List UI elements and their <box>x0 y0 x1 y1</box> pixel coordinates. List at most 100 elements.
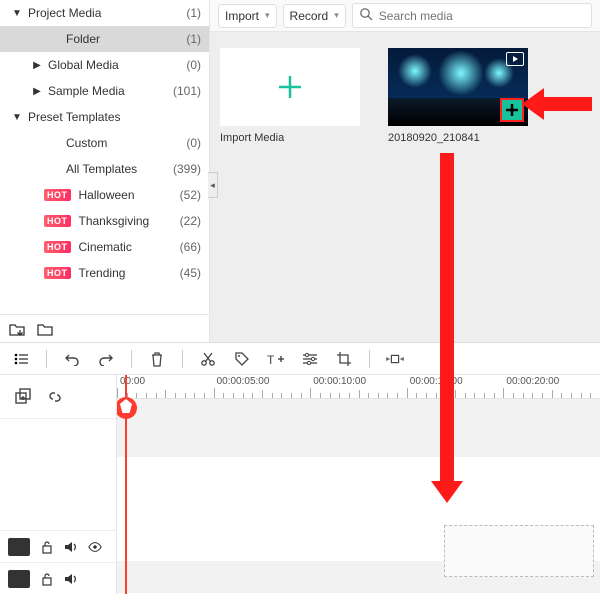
ruler-minor-tick <box>330 393 331 398</box>
ruler-major-tick <box>407 388 408 398</box>
ruler-minor-tick <box>291 393 292 398</box>
tree-item[interactable]: Folder(1) <box>0 26 209 52</box>
timeline-spacer <box>117 399 600 457</box>
scale-icon[interactable] <box>386 350 404 368</box>
split-icon[interactable] <box>199 350 217 368</box>
ruler-minor-tick <box>320 393 321 398</box>
import-media-tile[interactable]: Import Media <box>220 48 360 144</box>
delete-icon[interactable] <box>148 350 166 368</box>
import-media-caption: Import Media <box>220 132 360 144</box>
hot-badge: HOT <box>44 241 71 253</box>
tree-item-count: (0) <box>186 136 201 150</box>
tree-item[interactable]: HOTThanksgiving(22) <box>0 208 209 234</box>
timeline-toolbar: T <box>0 343 600 375</box>
ruler-minor-tick <box>513 393 514 398</box>
video-track-head[interactable]: ▶1 <box>0 530 116 562</box>
duplicate-icon[interactable] <box>14 388 32 406</box>
redo-icon[interactable] <box>97 350 115 368</box>
ruler-minor-tick <box>465 393 466 398</box>
search-box[interactable] <box>352 3 592 28</box>
time-ruler[interactable]: 00:0000:00:05:0000:00:10:0000:00:15:0000… <box>117 375 600 399</box>
audio-track-head[interactable]: ♫1 <box>0 562 116 594</box>
tree-item-count: (52) <box>180 188 201 202</box>
tree-item[interactable]: ▼Preset Templates <box>0 104 209 130</box>
ruler-minor-tick <box>185 393 186 398</box>
tree-item[interactable]: ▼Project Media(1) <box>0 0 209 26</box>
hot-badge: HOT <box>44 215 71 227</box>
ruler-minor-tick <box>455 390 456 398</box>
plus-icon <box>504 102 520 118</box>
chevron-right-icon[interactable]: ▶ <box>30 86 44 97</box>
chevron-down-icon[interactable]: ▼ <box>10 112 24 123</box>
lock-icon[interactable] <box>40 572 54 586</box>
playhead[interactable] <box>125 375 127 594</box>
mute-icon[interactable] <box>64 540 78 554</box>
drop-target-ghost <box>444 525 594 577</box>
tree-item[interactable]: ▶Sample Media(101) <box>0 78 209 104</box>
ruler-minor-tick <box>233 393 234 398</box>
tree-item-count: (1) <box>186 6 201 20</box>
import-media-box[interactable] <box>220 48 360 126</box>
visibility-icon[interactable] <box>88 540 102 554</box>
tree-item[interactable]: HOTTrending(45) <box>0 260 209 286</box>
media-clip-tile[interactable]: 20180920_210841 <box>388 48 528 144</box>
new-folder-icon[interactable] <box>36 320 54 338</box>
mute-icon[interactable] <box>64 572 78 586</box>
ruler-minor-tick <box>175 393 176 398</box>
tree-item-label: Trending <box>75 266 180 280</box>
media-grid: ◂ Import Media <box>210 32 600 342</box>
ruler-minor-tick <box>136 393 137 398</box>
chevron-down-icon: ▾ <box>265 10 270 21</box>
ruler-minor-tick <box>532 393 533 398</box>
media-panel: Import ▾ Record ▾ ◂ Import Media <box>210 0 600 342</box>
ruler-minor-tick <box>243 393 244 398</box>
ruler-minor-tick <box>494 393 495 398</box>
tree-item[interactable]: HOTHalloween(52) <box>0 182 209 208</box>
import-folder-icon[interactable] <box>8 320 26 338</box>
adjust-icon[interactable] <box>301 350 319 368</box>
chevron-right-icon[interactable]: ▶ <box>30 60 44 71</box>
collapse-sidebar-handle[interactable]: ◂ <box>208 172 218 198</box>
add-to-timeline-button[interactable] <box>500 98 524 122</box>
ruler-minor-tick <box>397 393 398 398</box>
import-dropdown[interactable]: Import ▾ <box>218 4 277 28</box>
ruler-minor-tick <box>165 390 166 398</box>
tree-item[interactable]: HOTCinematic(66) <box>0 234 209 260</box>
timeline-canvas[interactable] <box>117 457 600 529</box>
plus-icon <box>275 72 305 102</box>
tree-item-label: Custom <box>62 136 186 150</box>
annotation-arrow-drag <box>440 153 454 481</box>
menu-icon[interactable] <box>12 350 30 368</box>
hot-badge: HOT <box>44 189 71 201</box>
tree-item-count: (399) <box>173 162 201 176</box>
ruler-minor-tick <box>146 393 147 398</box>
track-area[interactable]: 00:0000:00:05:0000:00:10:0000:00:15:0000… <box>117 375 600 594</box>
media-tree: ▼Project Media(1)Folder(1)▶Global Media(… <box>0 0 209 314</box>
tag-icon[interactable] <box>233 350 251 368</box>
tree-item-label: Cinematic <box>75 240 180 254</box>
chevron-down-icon[interactable]: ▼ <box>10 8 24 19</box>
record-dropdown[interactable]: Record ▾ <box>283 4 346 28</box>
tree-item-label: All Templates <box>62 162 173 176</box>
ruler-minor-tick <box>262 390 263 398</box>
ruler-minor-tick <box>223 393 224 398</box>
record-label: Record <box>290 9 329 23</box>
tree-item[interactable]: Custom(0) <box>0 130 209 156</box>
link-icon[interactable] <box>46 388 64 406</box>
tree-item[interactable]: ▶Global Media(0) <box>0 52 209 78</box>
timeline: ▶1 ♫1 00:0000:00:05:0000:00:10:0000:00:1… <box>0 375 600 594</box>
ruler-minor-tick <box>561 393 562 398</box>
ruler-minor-tick <box>272 393 273 398</box>
undo-icon[interactable] <box>63 350 81 368</box>
crop-icon[interactable] <box>335 350 353 368</box>
ruler-minor-tick <box>387 393 388 398</box>
ruler-minor-tick <box>359 390 360 398</box>
lock-icon[interactable] <box>40 540 54 554</box>
tree-item[interactable]: All Templates(399) <box>0 156 209 182</box>
search-input[interactable] <box>379 9 585 23</box>
media-clip-thumbnail[interactable] <box>388 48 528 126</box>
text-icon[interactable]: T <box>267 350 285 368</box>
track-headers: ▶1 ♫1 <box>0 375 117 594</box>
tree-item-count: (22) <box>180 214 201 228</box>
tree-item-label: Project Media <box>24 6 186 20</box>
